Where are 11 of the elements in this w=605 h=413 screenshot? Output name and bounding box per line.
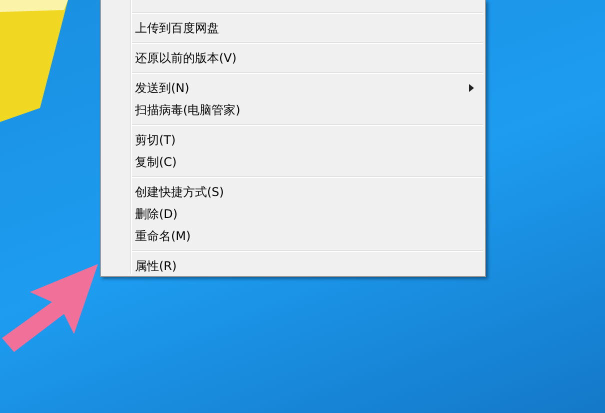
menu-item[interactable]: 扫描病毒(电脑管家) — [101, 99, 485, 121]
menu-item[interactable]: 删除(D) — [101, 203, 485, 225]
menu-item[interactable]: 创建快捷方式(S) — [101, 181, 485, 203]
menu-item[interactable]: 发送到(N) — [101, 77, 485, 99]
menu-item[interactable]: 还原以前的版本(V) — [101, 47, 485, 69]
menu-item[interactable]: 重命名(M) — [101, 225, 485, 247]
menu-item[interactable]: 属性(R) — [101, 255, 485, 277]
menu-item[interactable]: 剪切(T) — [101, 129, 485, 151]
submenu-arrow-icon — [469, 84, 474, 92]
menu-item[interactable]: 复制(C) — [101, 151, 485, 173]
menu-item[interactable]: 上传到百度网盘 — [101, 17, 485, 39]
